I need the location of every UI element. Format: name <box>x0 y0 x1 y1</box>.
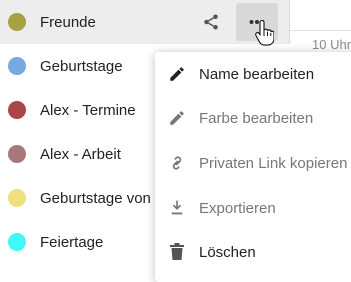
calendar-color-dot[interactable] <box>8 13 26 31</box>
calendar-name: Alex - Arbeit <box>40 145 121 163</box>
menu-item-label: Löschen <box>199 243 256 261</box>
calendar-name: Freunde <box>40 13 96 31</box>
calendar-color-dot[interactable] <box>8 145 26 163</box>
hand-pointer-cursor-icon <box>255 20 274 46</box>
menu-item-label: Exportieren <box>199 199 276 217</box>
calendar-color-dot[interactable] <box>8 233 26 251</box>
pencil-icon <box>167 64 187 84</box>
calendar-name: Alex - Termine <box>40 101 136 119</box>
calendar-color-dot[interactable] <box>8 189 26 207</box>
menu-item-delete[interactable]: Löschen <box>155 230 351 274</box>
menu-item-label: Farbe bearbeiten <box>199 109 314 127</box>
calendar-actions-menu: Name bearbeiten Farbe bearbeiten Private… <box>155 52 351 282</box>
time-grid-line <box>290 30 351 31</box>
sidebar-divider <box>289 0 290 44</box>
link-icon <box>167 153 187 173</box>
menu-item-edit-name[interactable]: Name bearbeiten <box>155 52 351 96</box>
menu-item-edit-color[interactable]: Farbe bearbeiten <box>155 96 351 140</box>
calendar-color-dot[interactable] <box>8 57 26 75</box>
trash-icon <box>167 242 187 262</box>
calendar-name: Feiertage <box>40 233 104 251</box>
menu-item-label: Privaten Link kopieren <box>199 154 348 172</box>
pencil-icon <box>167 108 187 128</box>
share-button[interactable] <box>197 8 225 36</box>
time-label: 10 Uhr <box>312 37 351 52</box>
share-icon <box>204 14 218 30</box>
calendar-name: Geburtstage <box>40 57 123 75</box>
calendar-item-freunde[interactable]: Freunde <box>0 0 290 44</box>
menu-item-copy-private-link[interactable]: Privaten Link kopieren <box>155 141 351 185</box>
menu-item-label: Name bearbeiten <box>199 65 315 83</box>
calendar-color-dot[interactable] <box>8 101 26 119</box>
menu-item-export[interactable]: Exportieren <box>155 186 351 230</box>
download-icon <box>167 198 187 218</box>
